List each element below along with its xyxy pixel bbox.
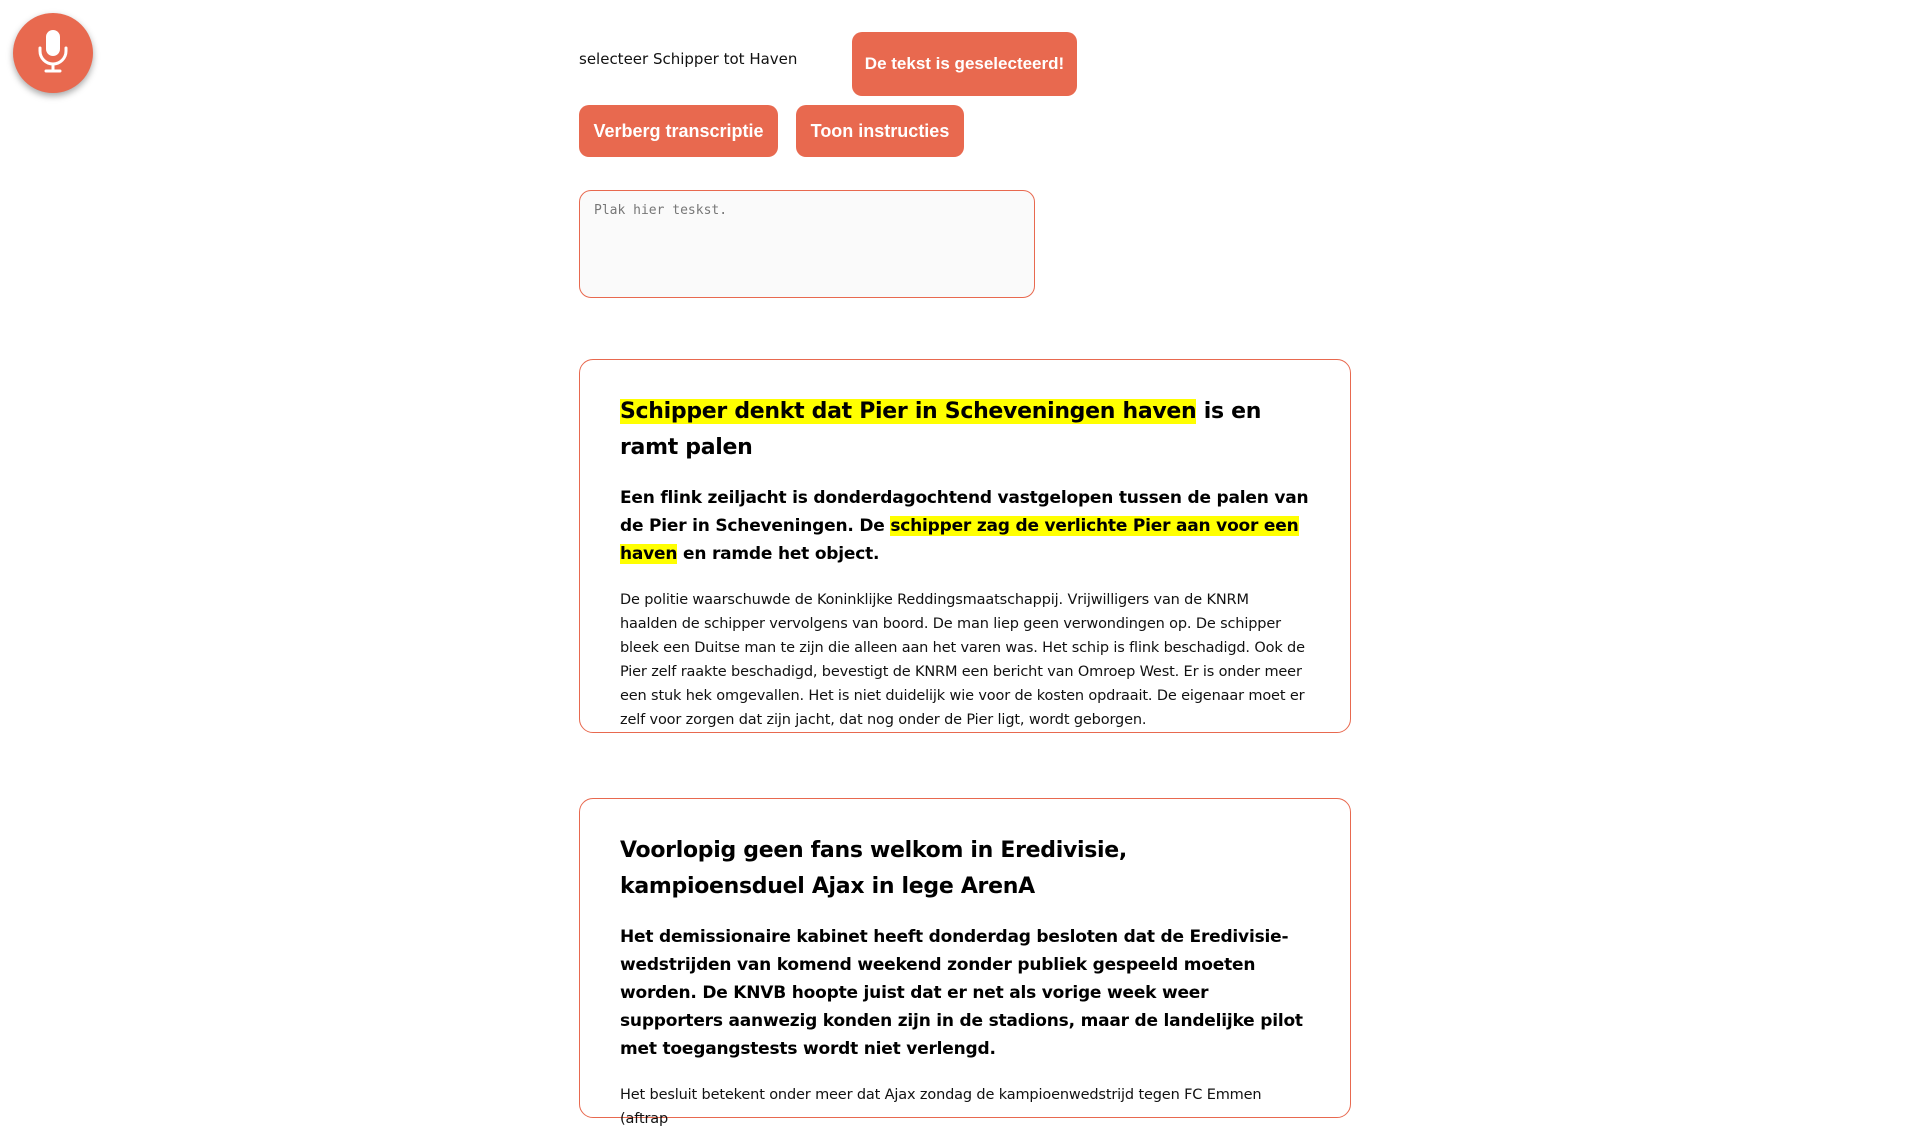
article-lead: Het demissionaire kabinet heeft donderda… <box>620 927 1303 1059</box>
hide-transcription-button[interactable]: Verberg transcriptie <box>579 105 778 157</box>
show-instructions-button[interactable]: Toon instructies <box>796 105 964 157</box>
article-title: Schipper denkt dat Pier in Scheveningen … <box>620 394 1310 466</box>
article-body: De politie waarschuwde de Koninklijke Re… <box>620 592 1305 728</box>
lead-text-after: en ramde het object. <box>677 544 880 564</box>
voice-command-text: selecteer Schipper tot Haven <box>579 50 798 68</box>
microphone-icon <box>36 28 70 78</box>
microphone-button[interactable] <box>13 13 93 93</box>
paste-text-input[interactable] <box>579 190 1035 298</box>
article-lead: Een flink zeiljacht is donderdagochtend … <box>620 484 1310 568</box>
selection-confirmation-badge: De tekst is geselecteerd! <box>852 32 1077 96</box>
article-title: Voorlopig geen fans welkom in Eredivisie… <box>620 838 1127 899</box>
highlighted-title-text: Schipper denkt dat Pier in Scheveningen … <box>620 399 1197 424</box>
article-card: Voorlopig geen fans welkom in Eredivisie… <box>579 798 1351 1127</box>
article-card: Schipper denkt dat Pier in Scheveningen … <box>579 359 1351 733</box>
article-body: Het besluit betekent onder meer dat Ajax… <box>620 1087 1262 1127</box>
